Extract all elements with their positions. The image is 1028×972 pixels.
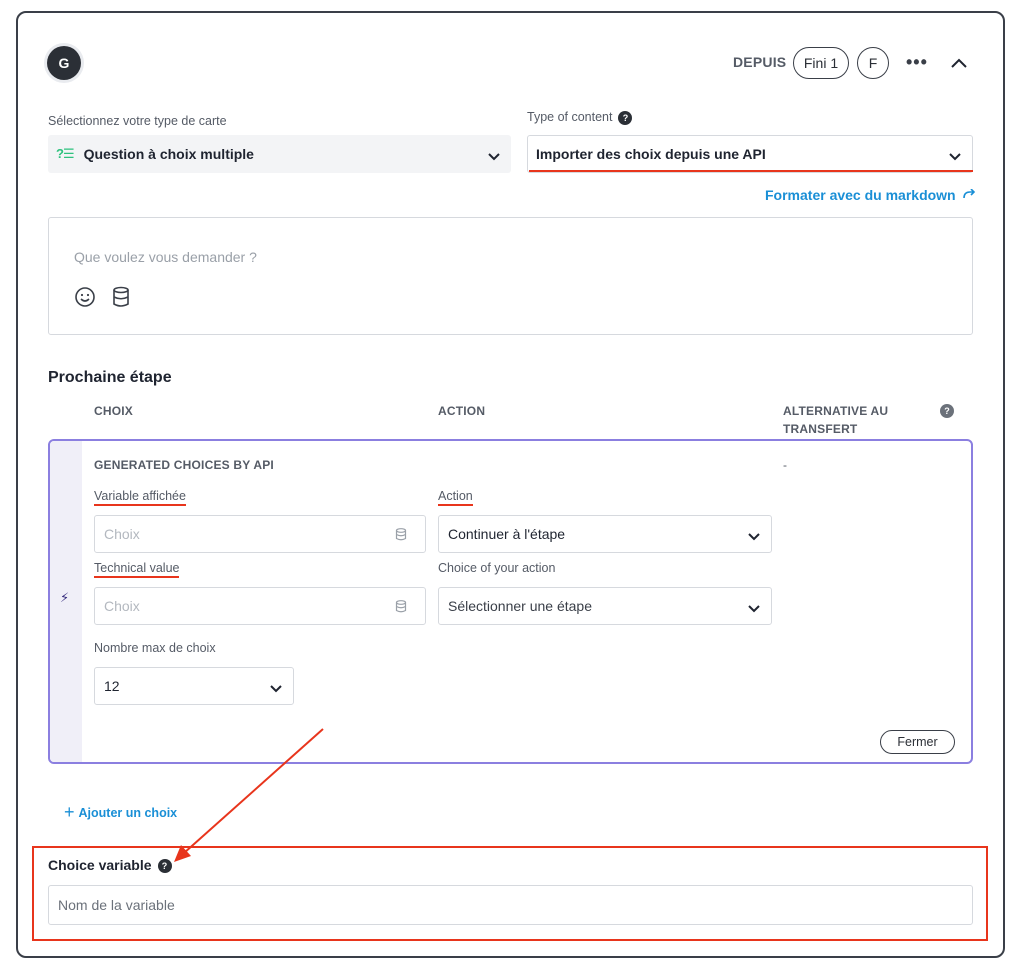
database-icon[interactable] [395, 528, 407, 544]
help-icon[interactable]: ? [940, 404, 954, 418]
lightning-icon: ⚡ [60, 590, 70, 605]
choice-drag-strip[interactable]: ⚡ [50, 441, 82, 762]
add-choice-button[interactable]: + Ajouter un choix [64, 802, 177, 823]
redo-arrow-icon [962, 188, 975, 199]
technical-label: Technical value [94, 561, 180, 578]
choice-variable-label: Choice variable? [48, 857, 172, 874]
markdown-link[interactable]: Formater avec du markdown [765, 187, 976, 203]
variable-name-input[interactable]: Nom de la variable [48, 885, 973, 925]
max-choices-label: Nombre max de choix [94, 641, 216, 655]
max-choices-select[interactable]: 12 [94, 667, 294, 705]
action-select[interactable]: Continuer à l'étape [438, 515, 772, 553]
database-icon[interactable] [395, 600, 407, 616]
database-icon[interactable] [111, 286, 131, 313]
column-header-action: ACTION [438, 404, 486, 418]
help-icon[interactable]: ? [618, 110, 633, 125]
more-options-icon[interactable]: ••• [906, 52, 928, 73]
card-type-select[interactable]: ?☰ Question à choix multiple [48, 135, 511, 173]
question-textarea[interactable]: Que voulez vous demander ? [48, 217, 973, 335]
choice-action-label: Choice of your action [438, 561, 556, 575]
chevron-up-icon[interactable] [950, 56, 968, 74]
column-header-alternative: ALTERNATIVE AU TRANSFERT [783, 404, 889, 436]
column-header-choix: CHOIX [94, 404, 134, 418]
avatar: G [47, 46, 81, 80]
action-label: Action [438, 489, 473, 506]
chevron-down-icon [747, 529, 761, 545]
technical-input[interactable]: Choix [94, 587, 426, 625]
letter-pill[interactable]: F [857, 47, 889, 79]
question-list-icon: ?☰ [56, 146, 75, 161]
content-type-label: Type of content? [527, 110, 633, 125]
chevron-down-icon [948, 149, 962, 165]
next-step-title: Prochaine étape [48, 369, 172, 386]
alternative-value: - [783, 458, 788, 472]
chevron-down-icon [269, 681, 283, 697]
variable-input[interactable]: Choix [94, 515, 426, 553]
content-type-select[interactable]: Importer des choix depuis une API [527, 135, 973, 173]
content-type-value: Importer des choix depuis une API [536, 146, 766, 162]
card-type-label: Sélectionnez votre type de carte [48, 114, 227, 128]
close-button[interactable]: Fermer [880, 730, 955, 754]
chevron-down-icon [487, 149, 501, 165]
step-select[interactable]: Sélectionner une étape [438, 587, 772, 625]
emoji-icon[interactable] [74, 286, 96, 313]
plus-icon: + [64, 802, 75, 822]
variable-label: Variable affichée [94, 489, 186, 506]
depuis-label: DEPUIS [733, 54, 787, 70]
card-type-value: Question à choix multiple [83, 146, 254, 162]
help-icon[interactable]: ? [157, 859, 172, 874]
question-placeholder: Que voulez vous demander ? [74, 249, 257, 265]
generated-choices-title: GENERATED CHOICES BY API [94, 458, 274, 472]
annotation-underline [529, 170, 973, 172]
source-step-pill[interactable]: Fini 1 [793, 47, 849, 79]
chevron-down-icon [747, 601, 761, 617]
